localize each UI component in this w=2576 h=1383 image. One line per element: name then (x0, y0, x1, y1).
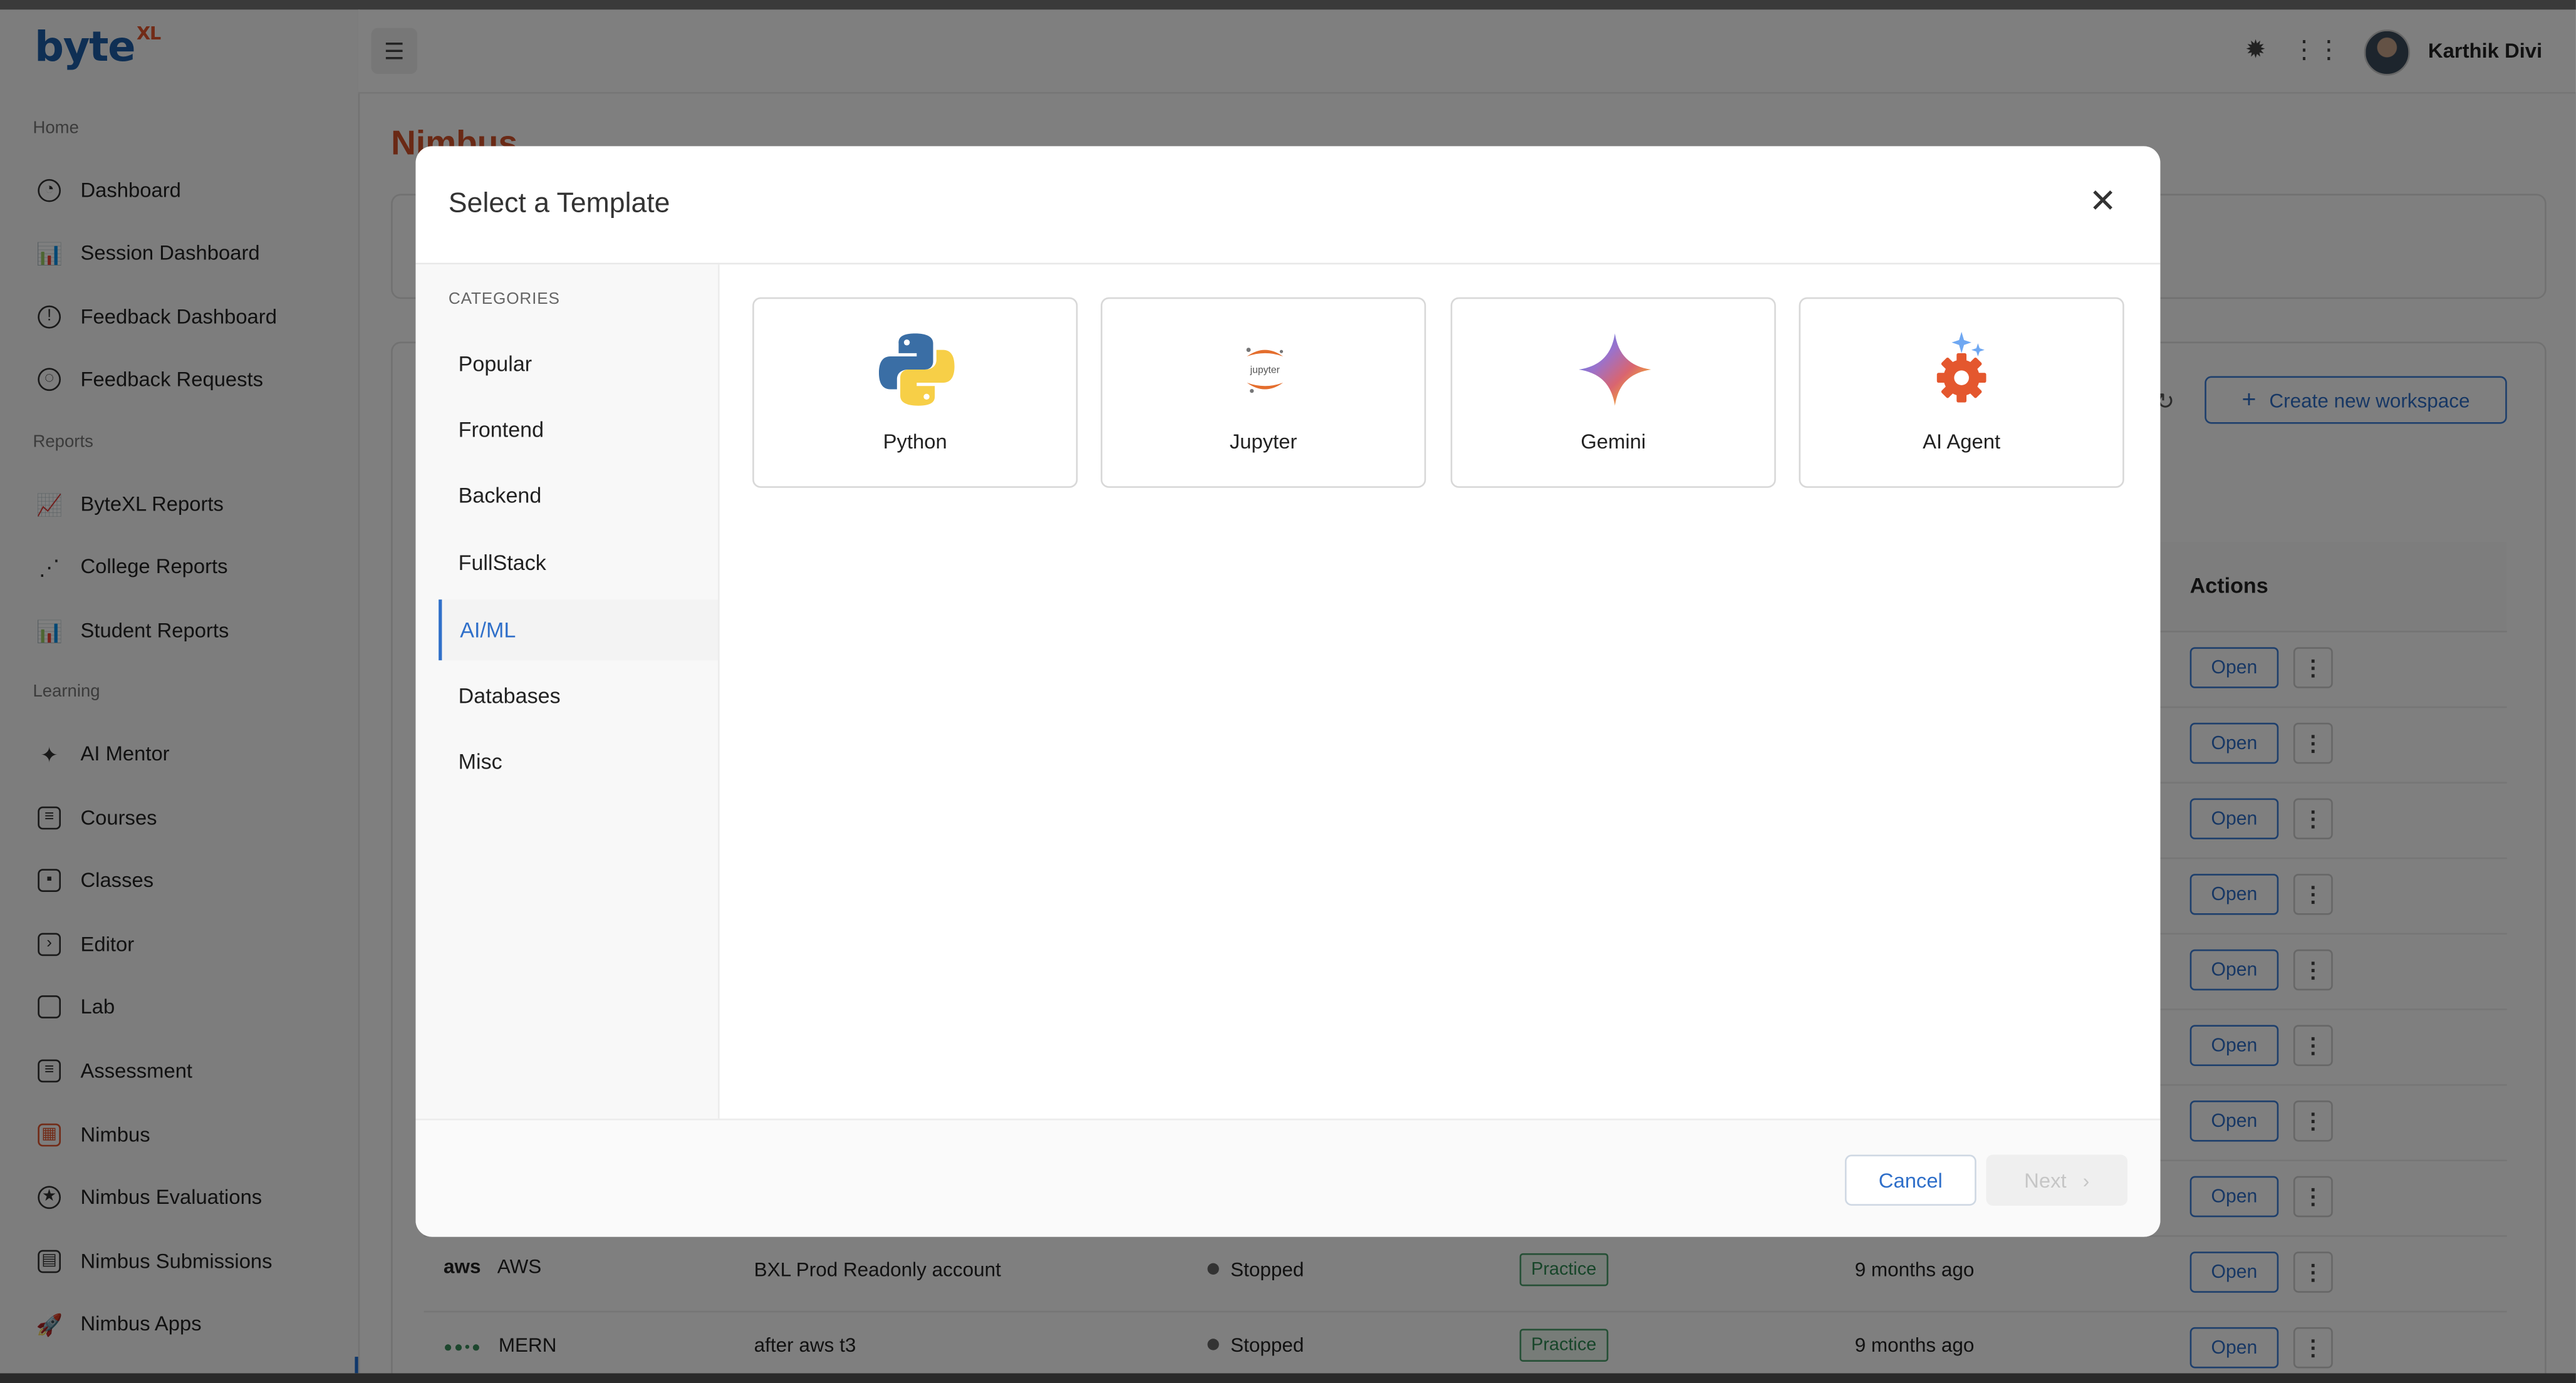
chevron-right-icon: › (2082, 1168, 2090, 1192)
category-backend[interactable]: Backend (439, 465, 718, 526)
next-label: Next (2024, 1168, 2067, 1192)
template-name: Python (883, 430, 947, 453)
categories-label: CATEGORIES (448, 291, 560, 309)
category-fullstack[interactable]: FullStack (439, 532, 718, 593)
jupyter-icon: jupyter (1246, 348, 1284, 393)
python-icon (878, 333, 955, 406)
template-name: Gemini (1581, 430, 1646, 453)
template-card-gemini[interactable]: Gemini (1450, 297, 1776, 488)
template-card-ai-agent[interactable]: AI Agent (1799, 297, 2124, 488)
template-name: Jupyter (1229, 430, 1297, 453)
app-window: byteXL Home ◔Dashboard 📊Session Dashboar… (0, 0, 2576, 1383)
category-frontend[interactable]: Frontend (439, 399, 718, 460)
modal-footer: Cancel Next › (415, 1118, 2161, 1237)
ai-agent-icon (1936, 331, 1987, 403)
template-card-jupyter[interactable]: jupyter Jupyter (1101, 297, 1426, 488)
modal-header: Select a Template ✕ (415, 146, 2161, 265)
category-popular[interactable]: Popular (439, 333, 718, 394)
category-databases[interactable]: Databases (439, 665, 718, 726)
jupyter-icon-text: jupyter (1250, 365, 1280, 375)
next-button[interactable]: Next › (1986, 1154, 2128, 1206)
modal-title: Select a Template (448, 187, 670, 219)
window-bottom-strip (0, 1373, 2576, 1383)
category-ai-ml[interactable]: AI/ML (439, 599, 718, 661)
close-icon[interactable]: ✕ (2085, 184, 2121, 220)
gemini-icon (1579, 333, 1651, 406)
template-name: AI Agent (1923, 430, 2001, 453)
window-top-strip (0, 0, 2576, 10)
category-misc[interactable]: Misc (439, 731, 718, 792)
template-card-python[interactable]: Python (752, 297, 1078, 488)
cancel-button[interactable]: Cancel (1844, 1154, 1976, 1206)
select-template-modal: Select a Template ✕ CATEGORIES Popular F… (415, 146, 2161, 1237)
